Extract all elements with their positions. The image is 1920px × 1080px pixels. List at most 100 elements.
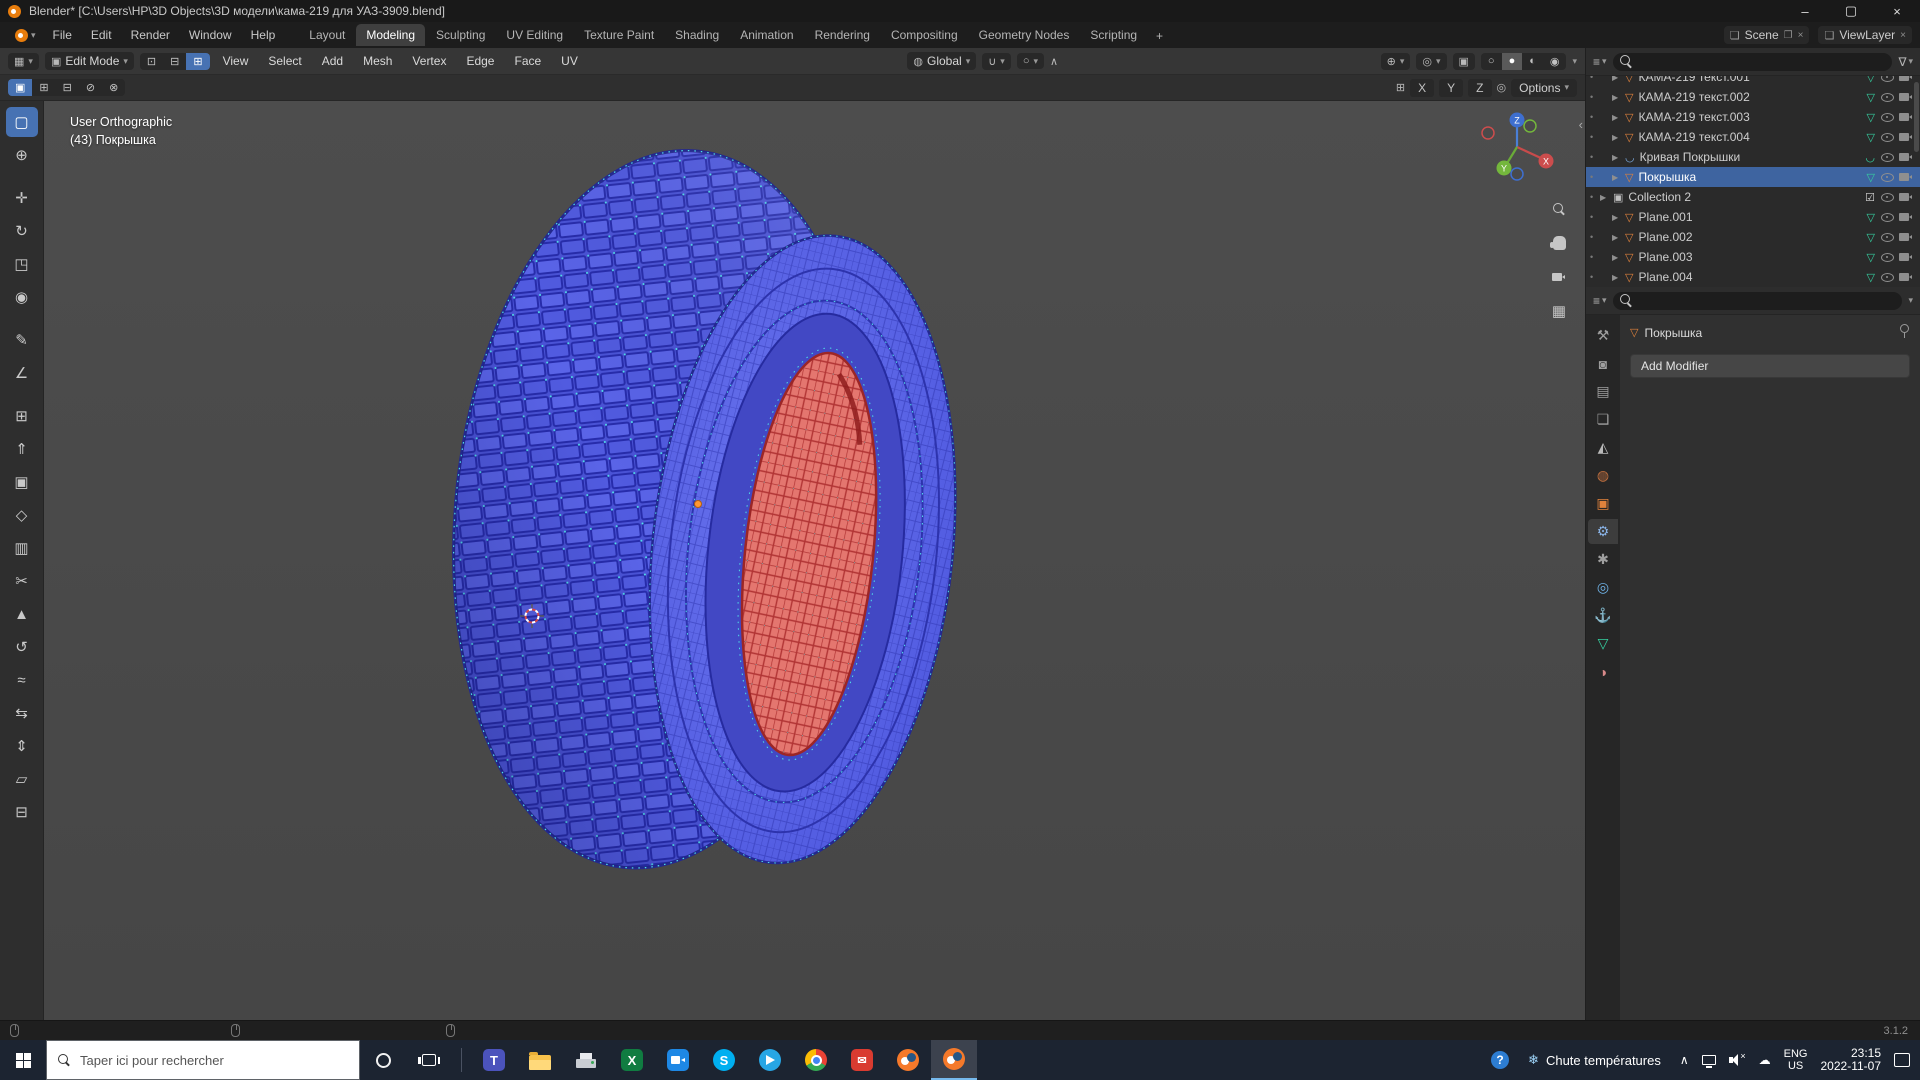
tool-cursor[interactable]: ⊕ [6, 140, 38, 170]
taskbar-search-input[interactable] [80, 1053, 348, 1068]
help-icon[interactable]: ? [1491, 1051, 1509, 1069]
tool-poly-build[interactable]: ▲ [6, 599, 38, 629]
proportional-editing-button[interactable]: ○▾ [1017, 53, 1044, 69]
tab-world[interactable]: ◍ [1588, 463, 1618, 488]
outliner-display-mode-button[interactable]: ≡▾ [1593, 55, 1607, 69]
solid-shading-button[interactable]: ● [1502, 53, 1523, 70]
outliner-row-collection[interactable]: • ▶ ▣ Collection 2 ☑ [1586, 187, 1920, 207]
blender-app-menu[interactable]: ▾ [8, 26, 43, 45]
zoom-icon[interactable] [1549, 199, 1569, 219]
start-button[interactable] [0, 1040, 46, 1080]
workspace-tab-modeling[interactable]: Modeling [356, 24, 425, 46]
outliner-row[interactable]: • ▶ ◡ Кривая Покрышки ◡ [1586, 147, 1920, 167]
tab-render[interactable]: ◙ [1588, 351, 1618, 376]
navigation-gizmo[interactable]: Z X Y [1477, 107, 1557, 187]
outliner-row[interactable]: • ▶ ▽ Plane.003 ▽ [1586, 247, 1920, 267]
select-set-button[interactable]: ▣ [8, 79, 32, 96]
weather-widget[interactable]: ❄Chute températures [1522, 1052, 1667, 1068]
disable-in-renders-icon[interactable] [1899, 171, 1913, 183]
tool-inset-faces[interactable]: ▣ [6, 467, 38, 497]
tool-bevel[interactable]: ◇ [6, 500, 38, 530]
taskbar-app-explorer[interactable] [517, 1040, 563, 1080]
tab-constraints[interactable]: ⚓ [1588, 603, 1618, 628]
disable-in-renders-icon[interactable] [1899, 251, 1913, 263]
outliner-filter-button[interactable]: ∇▾ [1898, 55, 1913, 69]
menu-edge[interactable]: Edge [459, 51, 501, 71]
tool-rotate[interactable]: ↻ [6, 216, 38, 246]
taskbar-app-excel[interactable]: X [609, 1040, 655, 1080]
menu-select[interactable]: Select [261, 51, 308, 71]
pin-icon[interactable] [1898, 324, 1910, 338]
rendered-shading-button[interactable]: ◉ [1543, 53, 1567, 70]
select-subtract-button[interactable]: ⊟ [56, 79, 79, 96]
camera-view-icon[interactable] [1549, 267, 1569, 287]
taskbar-app-blender[interactable] [885, 1040, 931, 1080]
hide-in-viewport-icon[interactable] [1880, 171, 1894, 183]
gizmo-neg-x-axis[interactable] [1482, 127, 1494, 139]
disable-in-renders-icon[interactable] [1899, 111, 1913, 123]
onedrive-cloud-icon[interactable]: ☁ [1759, 1053, 1771, 1067]
menu-add[interactable]: Add [315, 51, 350, 71]
workspace-tab-texture-paint[interactable]: Texture Paint [574, 24, 664, 46]
select-extend-button[interactable]: ⊞ [32, 79, 55, 96]
pan-hand-icon[interactable] [1549, 233, 1569, 253]
mirror-z-toggle[interactable]: Z [1468, 79, 1491, 97]
snap-dropdown[interactable]: ∪▾ [982, 53, 1011, 70]
maximize-button[interactable]: ▢ [1828, 0, 1874, 22]
hide-in-viewport-icon[interactable] [1880, 91, 1894, 103]
properties-editor-type-button[interactable]: ≡▾ [1593, 294, 1607, 308]
menu-face[interactable]: Face [507, 51, 548, 71]
workspace-tab-compositing[interactable]: Compositing [881, 24, 968, 46]
breadcrumb-object-name[interactable]: Покрышка [1644, 326, 1702, 340]
select-invert-button[interactable]: ⊘ [79, 79, 102, 96]
tab-tool[interactable]: ⚒ [1588, 323, 1618, 348]
tab-particles[interactable]: ✱ [1588, 547, 1618, 572]
expand-icon[interactable]: ▶ [1612, 273, 1620, 282]
workspace-tab-layout[interactable]: Layout [299, 24, 355, 46]
tool-measure[interactable]: ∠ [6, 358, 38, 388]
disable-in-renders-icon[interactable] [1899, 151, 1913, 163]
gizmo-neg-z-axis[interactable] [1511, 168, 1523, 180]
expand-icon[interactable]: ▶ [1612, 213, 1620, 222]
hide-in-viewport-icon[interactable] [1880, 251, 1894, 263]
taskbar-app-teams[interactable]: T [471, 1040, 517, 1080]
edge-select-button[interactable]: ⊟ [163, 53, 186, 70]
expand-icon[interactable]: ▶ [1612, 173, 1620, 182]
hide-in-viewport-icon[interactable] [1880, 191, 1894, 203]
mirror-y-toggle[interactable]: Y [1439, 79, 1463, 97]
expand-icon[interactable]: ▶ [1600, 193, 1608, 202]
hide-in-viewport-icon[interactable] [1880, 211, 1894, 223]
tab-material[interactable]: ◑ [1588, 659, 1618, 684]
action-center-icon[interactable] [1894, 1053, 1910, 1067]
tab-physics[interactable]: ◎ [1588, 575, 1618, 600]
material-shading-button[interactable]: ◐ [1522, 53, 1543, 70]
outliner-row[interactable]: • ▶ ▽ Plane.002 ▽ [1586, 227, 1920, 247]
add-workspace-button[interactable]: + [1148, 26, 1171, 46]
tab-object[interactable]: ▣ [1588, 491, 1618, 516]
tool-move[interactable]: ✛ [6, 183, 38, 213]
taskbar-app-printer[interactable] [563, 1040, 609, 1080]
expand-icon[interactable]: ▶ [1612, 233, 1620, 242]
tool-annotate[interactable]: ✎ [6, 325, 38, 355]
shading-dropdown-icon[interactable]: ▾ [1572, 56, 1577, 67]
tab-view-layer[interactable]: ❏ [1588, 407, 1618, 432]
hide-in-viewport-icon[interactable] [1880, 231, 1894, 243]
workspace-tab-rendering[interactable]: Rendering [805, 24, 880, 46]
workspace-tab-shading[interactable]: Shading [665, 24, 729, 46]
collection-checkbox[interactable]: ☑ [1865, 191, 1875, 204]
show-overlays-button[interactable]: ◎▾ [1416, 53, 1446, 70]
taskbar-app-telegram[interactable] [747, 1040, 793, 1080]
outliner-scrollbar[interactable] [1914, 82, 1919, 152]
outliner-row[interactable]: • ▶ ▽ Plane.004 ▽ [1586, 267, 1920, 287]
close-button[interactable]: × [1874, 0, 1920, 22]
disable-in-renders-icon[interactable] [1899, 231, 1913, 243]
hide-in-viewport-icon[interactable] [1880, 111, 1894, 123]
disable-in-renders-icon[interactable] [1899, 191, 1913, 203]
workspace-tab-sculpting[interactable]: Sculpting [426, 24, 495, 46]
properties-options-icon[interactable]: ▾ [1908, 295, 1913, 306]
tool-knife[interactable]: ✂ [6, 566, 38, 596]
add-modifier-button[interactable]: Add Modifier [1630, 354, 1910, 378]
volume-muted-icon[interactable]: × [1729, 1054, 1746, 1066]
sidebar-collapse-icon[interactable]: ‹ [1579, 117, 1583, 132]
outliner-row[interactable]: • ▶ ▽ КАМА-219 текст.004 ▽ [1586, 127, 1920, 147]
